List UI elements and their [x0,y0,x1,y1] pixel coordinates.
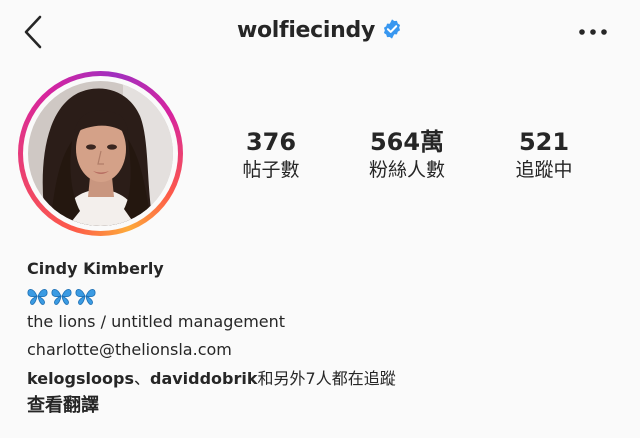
followed-by[interactable]: kelogsloops、daviddobrik和另外7人都在追蹤 [27,369,627,389]
more-horizontal-icon [579,29,607,35]
profile-header: wolfiecindy [0,0,640,68]
following-label: 追蹤中 [515,159,573,181]
posts-count[interactable]: 376 帖子數 [211,128,331,183]
see-translation-button[interactable]: 查看翻譯 [27,395,627,417]
profile-username: wolfiecindy [236,18,376,43]
bio-emoji-row [27,286,627,306]
followed-by-user[interactable]: kelogsloops [27,369,134,388]
following-count[interactable]: 521 追蹤中 [484,128,604,183]
followers-label: 粉絲人數 [368,159,445,181]
story-ring[interactable] [18,71,183,236]
avatar-border [23,76,178,231]
followed-by-user[interactable]: daviddobrik [150,369,258,388]
followed-by-separator: 、 [133,369,150,388]
more-options-button[interactable] [576,22,610,42]
posts-value: 376 [245,128,297,156]
bio-management: the lions / untitled management [27,312,286,331]
followers-count[interactable]: 564萬 粉絲人數 [347,128,467,183]
followers-value: 564萬 [369,128,445,156]
verified-badge-icon [383,18,401,39]
profile-photo [28,81,173,226]
display-name: Cindy Kimberly [27,259,164,278]
title-container: wolfiecindy [0,18,640,43]
avatar[interactable] [28,81,173,226]
profile-bio: Cindy Kimberly the lions / untitled mana… [27,258,627,417]
following-value: 521 [518,128,570,156]
posts-label: 帖子數 [242,159,300,181]
butterfly-icon [27,288,96,305]
followed-by-suffix: 和另外7人都在追蹤 [257,369,396,388]
bio-email[interactable]: charlotte@thelionsla.com [27,340,627,360]
